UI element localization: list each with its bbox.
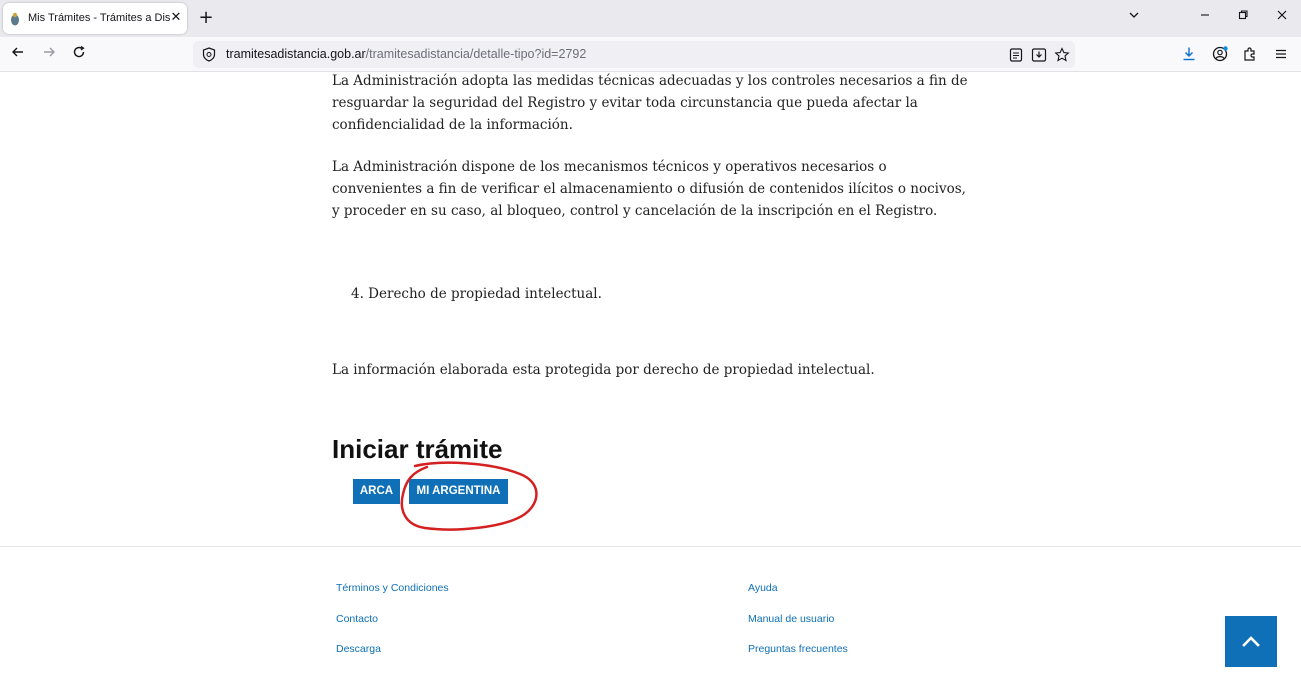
downloads-icon[interactable] bbox=[1180, 45, 1198, 63]
chevron-up-icon bbox=[1242, 636, 1260, 647]
save-to-pocket-icon[interactable] bbox=[1030, 46, 1048, 64]
address-bar[interactable]: tramitesadistancia.gob.ar/tramitesadista… bbox=[193, 41, 1075, 68]
tab-title: Mis Trámites - Trámites a Distan bbox=[28, 12, 170, 24]
footer-link-ayuda[interactable]: Ayuda bbox=[748, 582, 778, 594]
app-menu-icon[interactable] bbox=[1272, 45, 1290, 63]
arca-button[interactable]: ARCA bbox=[353, 479, 400, 504]
footer-divider bbox=[0, 546, 1301, 547]
forward-arrow-icon[interactable] bbox=[38, 43, 60, 65]
reload-icon[interactable] bbox=[68, 43, 90, 65]
footer-link-descarga[interactable]: Descarga bbox=[336, 643, 381, 655]
tab-close-icon[interactable]: ✕ bbox=[169, 10, 183, 26]
restore-icon[interactable] bbox=[1232, 8, 1254, 28]
tab-list-chevron-icon[interactable] bbox=[1123, 8, 1145, 28]
iniciar-tramite-heading: Iniciar trámite bbox=[332, 434, 503, 464]
tracking-shield-icon[interactable] bbox=[202, 47, 216, 62]
bookmark-star-icon[interactable] bbox=[1053, 46, 1071, 64]
paragraph-propiedad: La información elaborada esta protegida … bbox=[332, 362, 875, 378]
extensions-icon[interactable] bbox=[1241, 45, 1259, 63]
url-text[interactable]: tramitesadistancia.gob.ar/tramitesadista… bbox=[226, 47, 586, 61]
footer-link-contacto[interactable]: Contacto bbox=[336, 613, 378, 625]
account-icon[interactable] bbox=[1211, 45, 1229, 63]
paragraph-mecanismos: La Administración dispone de los mecanis… bbox=[332, 159, 966, 219]
minimize-icon[interactable] bbox=[1194, 8, 1216, 28]
new-tab-button[interactable]: + bbox=[196, 7, 216, 29]
mi-argentina-button[interactable]: MI ARGENTINA bbox=[409, 479, 508, 504]
browser-tab-strip: Mis Trámites - Trámites a Distan ✕ + bbox=[0, 0, 1301, 37]
url-host: tramitesadistancia.gob.ar bbox=[226, 47, 366, 61]
back-to-top-button[interactable] bbox=[1225, 616, 1277, 667]
browser-tab-active[interactable]: Mis Trámites - Trámites a Distan ✕ bbox=[3, 3, 187, 34]
paragraph-seguridad: La Administración adopta las medidas téc… bbox=[332, 73, 968, 133]
list-item-propiedad-intelectual: 4. Derecho de propiedad intelectual. bbox=[351, 286, 602, 302]
footer-link-terminos[interactable]: Términos y Condiciones bbox=[336, 582, 449, 594]
url-path: /tramitesadistancia/detalle-tipo?id=2792 bbox=[365, 47, 587, 61]
favicon-icon bbox=[10, 11, 20, 26]
reader-view-icon[interactable] bbox=[1007, 46, 1025, 64]
footer-link-manual[interactable]: Manual de usuario bbox=[748, 613, 834, 625]
footer-link-preguntas[interactable]: Preguntas frecuentes bbox=[748, 643, 848, 655]
back-arrow-icon[interactable] bbox=[7, 43, 29, 65]
browser-nav-bar: tramitesadistancia.gob.ar/tramitesadista… bbox=[0, 37, 1301, 72]
close-window-icon[interactable] bbox=[1271, 8, 1293, 28]
